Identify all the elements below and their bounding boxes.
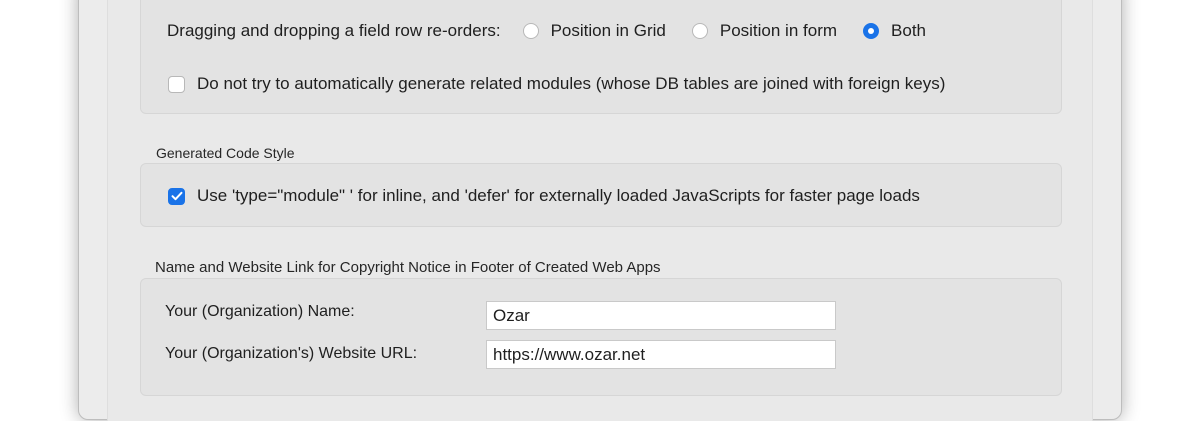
radio-position-in-grid[interactable]: Position in Grid: [522, 21, 666, 41]
checkmark-icon: [171, 191, 182, 201]
related-modules-label: Do not try to automatically generate rel…: [197, 74, 946, 93]
radio-position-in-form-indicator[interactable]: [691, 23, 708, 39]
org-name-input[interactable]: [486, 301, 836, 330]
radio-position-in-grid-indicator[interactable]: [522, 23, 539, 39]
field-order-group: [140, 0, 1062, 114]
radio-position-in-form-label: Position in form: [719, 21, 838, 40]
copyright-group: [140, 278, 1062, 396]
related-modules-checkbox[interactable]: [168, 75, 185, 93]
radio-both-indicator[interactable]: [863, 23, 880, 39]
org-name-label: Your (Organization) Name:: [165, 303, 355, 320]
module-defer-row[interactable]: Use 'type="module" ' for inline, and 'de…: [168, 186, 920, 206]
module-defer-checkbox[interactable]: [168, 187, 185, 205]
radio-both[interactable]: Both: [863, 21, 926, 41]
radio-position-in-grid-label: Position in Grid: [550, 21, 666, 40]
module-defer-label: Use 'type="module" ' for inline, and 'de…: [197, 186, 920, 205]
radio-position-in-form[interactable]: Position in form: [691, 21, 838, 41]
related-modules-row[interactable]: Do not try to automatically generate rel…: [168, 74, 945, 94]
preferences-window: Dragging and dropping a field row re-ord…: [78, 0, 1122, 421]
copyright-title: Name and Website Link for Copyright Noti…: [155, 259, 661, 276]
code-style-title: Generated Code Style: [156, 145, 295, 161]
field-order-row: Dragging and dropping a field row re-ord…: [167, 21, 952, 41]
field-order-label: Dragging and dropping a field row re-ord…: [167, 21, 501, 40]
preferences-panel: Dragging and dropping a field row re-ord…: [107, 0, 1093, 421]
radio-both-label: Both: [891, 21, 927, 40]
org-url-input[interactable]: [486, 340, 836, 369]
org-url-label: Your (Organization's) Website URL:: [165, 345, 418, 362]
